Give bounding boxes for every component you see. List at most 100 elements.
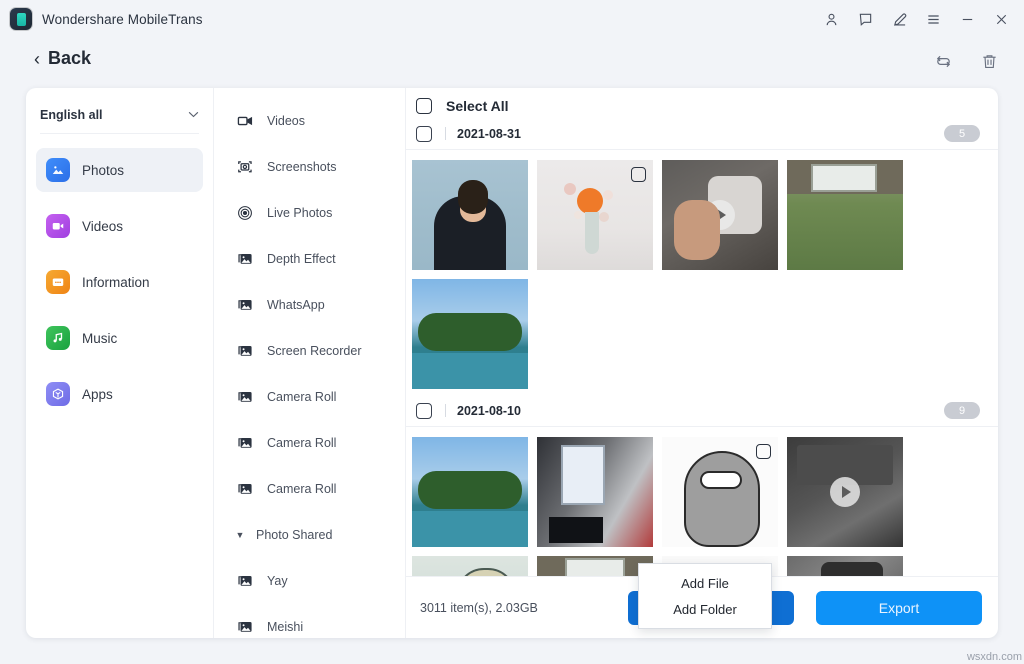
photo-thumbnail[interactable] (787, 160, 903, 270)
feedback-icon[interactable] (848, 4, 882, 34)
album-group-photo-shared[interactable]: ▼ Photo Shared (214, 512, 405, 558)
photo-thumbnail[interactable] (662, 437, 778, 547)
toolbar-actions (930, 48, 1002, 74)
item-summary: 3011 item(s), 2.03GB (420, 601, 538, 615)
photo-stack-icon (236, 618, 254, 636)
photo-thumbnail[interactable] (412, 556, 528, 576)
export-button[interactable]: Export (816, 591, 982, 625)
album-item-camera-roll-2[interactable]: Camera Roll (214, 420, 405, 466)
album-item-screen-recorder[interactable]: Screen Recorder (214, 328, 405, 374)
photo-stack-icon (236, 388, 254, 406)
date-group-checkbox[interactable] (416, 126, 432, 142)
album-item-camera-roll-1[interactable]: Camera Roll (214, 374, 405, 420)
apps-icon (46, 382, 70, 406)
date-group-count-badge: 9 (944, 402, 980, 419)
refresh-icon[interactable] (930, 48, 956, 74)
video-camera-icon (236, 112, 254, 130)
album-group-label: Photo Shared (256, 528, 332, 542)
album-item-screenshots[interactable]: Screenshots (214, 144, 405, 190)
minimize-button[interactable] (950, 4, 984, 34)
thumbnail-row (406, 427, 998, 576)
app-title: Wondershare MobileTrans (42, 12, 203, 27)
photo-grid-panel: Select All 2021-08-31 5 (406, 88, 998, 638)
menu-item-add-folder[interactable]: Add Folder (639, 596, 771, 622)
title-bar: Wondershare MobileTrans (0, 0, 1024, 38)
photo-thumbnail[interactable] (537, 437, 653, 547)
video-thumbnail[interactable] (662, 160, 778, 270)
select-all-row[interactable]: Select All (406, 88, 998, 118)
sidebar-item-label: Photos (82, 163, 124, 178)
play-icon (830, 477, 860, 507)
album-item-camera-roll-3[interactable]: Camera Roll (214, 466, 405, 512)
live-photo-icon (236, 204, 254, 222)
album-item-videos[interactable]: Videos (214, 98, 405, 144)
back-button[interactable]: ‹ Back (34, 48, 91, 69)
album-item-label: Camera Roll (267, 482, 336, 496)
delete-icon[interactable] (976, 48, 1002, 74)
information-icon (46, 270, 70, 294)
videos-icon (46, 214, 70, 238)
account-icon[interactable] (814, 4, 848, 34)
select-all-checkbox[interactable] (416, 98, 432, 114)
edit-icon[interactable] (882, 4, 916, 34)
album-item-depth-effect[interactable]: Depth Effect (214, 236, 405, 282)
navigation-bar: ‹ Back (0, 38, 1024, 90)
sidebar-item-label: Music (82, 331, 117, 346)
date-group-header[interactable]: 2021-08-31 5 (406, 118, 998, 150)
album-item-whatsapp[interactable]: WhatsApp (214, 282, 405, 328)
photo-stack-icon (236, 296, 254, 314)
photo-stack-icon (236, 572, 254, 590)
select-all-label: Select All (446, 98, 509, 114)
album-item-label: Yay (267, 574, 288, 588)
photo-thumbnail[interactable] (412, 437, 528, 547)
video-thumbnail[interactable] (787, 437, 903, 547)
sidebar-item-label: Apps (82, 387, 113, 402)
sidebar-item-videos[interactable]: Videos (36, 204, 203, 248)
back-label: Back (48, 48, 91, 69)
back-chevron-icon: ‹ (34, 50, 40, 68)
close-button[interactable] (984, 4, 1018, 34)
photo-stack-icon (236, 480, 254, 498)
language-selector[interactable]: English all (40, 104, 199, 134)
music-icon (46, 326, 70, 350)
photo-thumbnail[interactable] (412, 279, 528, 389)
import-context-menu: Add File Add Folder (638, 563, 772, 629)
photo-thumbnail[interactable] (537, 160, 653, 270)
sidebar-item-music[interactable]: Music (36, 316, 203, 360)
thumbnail-row (406, 150, 998, 395)
logo-glyph (17, 13, 26, 26)
photo-stack-icon (236, 434, 254, 452)
menu-icon[interactable] (916, 4, 950, 34)
date-group-header[interactable]: 2021-08-10 9 (406, 395, 998, 427)
album-item-live-photos[interactable]: Live Photos (214, 190, 405, 236)
primary-sidebar: English all Photos Videos (26, 88, 214, 638)
photo-grid-scroll[interactable]: Select All 2021-08-31 5 (406, 88, 998, 576)
date-group-label: 2021-08-31 (457, 127, 521, 141)
sidebar-item-apps[interactable]: Apps (36, 372, 203, 416)
menu-item-add-file[interactable]: Add File (639, 570, 771, 596)
photo-thumbnail[interactable] (412, 160, 528, 270)
album-item-label: Camera Roll (267, 436, 336, 450)
video-thumbnail[interactable] (787, 556, 903, 576)
album-list: Videos Screenshots Live Photos (214, 88, 406, 638)
language-selector-label: English all (40, 108, 103, 122)
sidebar-item-photos[interactable]: Photos (36, 148, 203, 192)
album-item-label: WhatsApp (267, 298, 325, 312)
album-item-label: Camera Roll (267, 390, 336, 404)
date-group-label: 2021-08-10 (457, 404, 521, 418)
sidebar-item-label: Videos (82, 219, 123, 234)
watermark: wsxdn.com (967, 651, 1022, 663)
play-icon (705, 200, 735, 230)
thumbnail-checkbox[interactable] (631, 167, 646, 182)
date-group-count-badge: 5 (944, 125, 980, 142)
screenshot-icon (236, 158, 254, 176)
date-group-checkbox[interactable] (416, 403, 432, 419)
sidebar-item-label: Information (82, 275, 150, 290)
photo-thumbnail[interactable] (537, 556, 653, 576)
album-item-label: Live Photos (267, 206, 332, 220)
thumbnail-checkbox[interactable] (756, 444, 771, 459)
sidebar-item-information[interactable]: Information (36, 260, 203, 304)
main-panel: English all Photos Videos (26, 88, 998, 638)
album-item-meishi[interactable]: Meishi (214, 604, 405, 638)
album-item-yay[interactable]: Yay (214, 558, 405, 604)
